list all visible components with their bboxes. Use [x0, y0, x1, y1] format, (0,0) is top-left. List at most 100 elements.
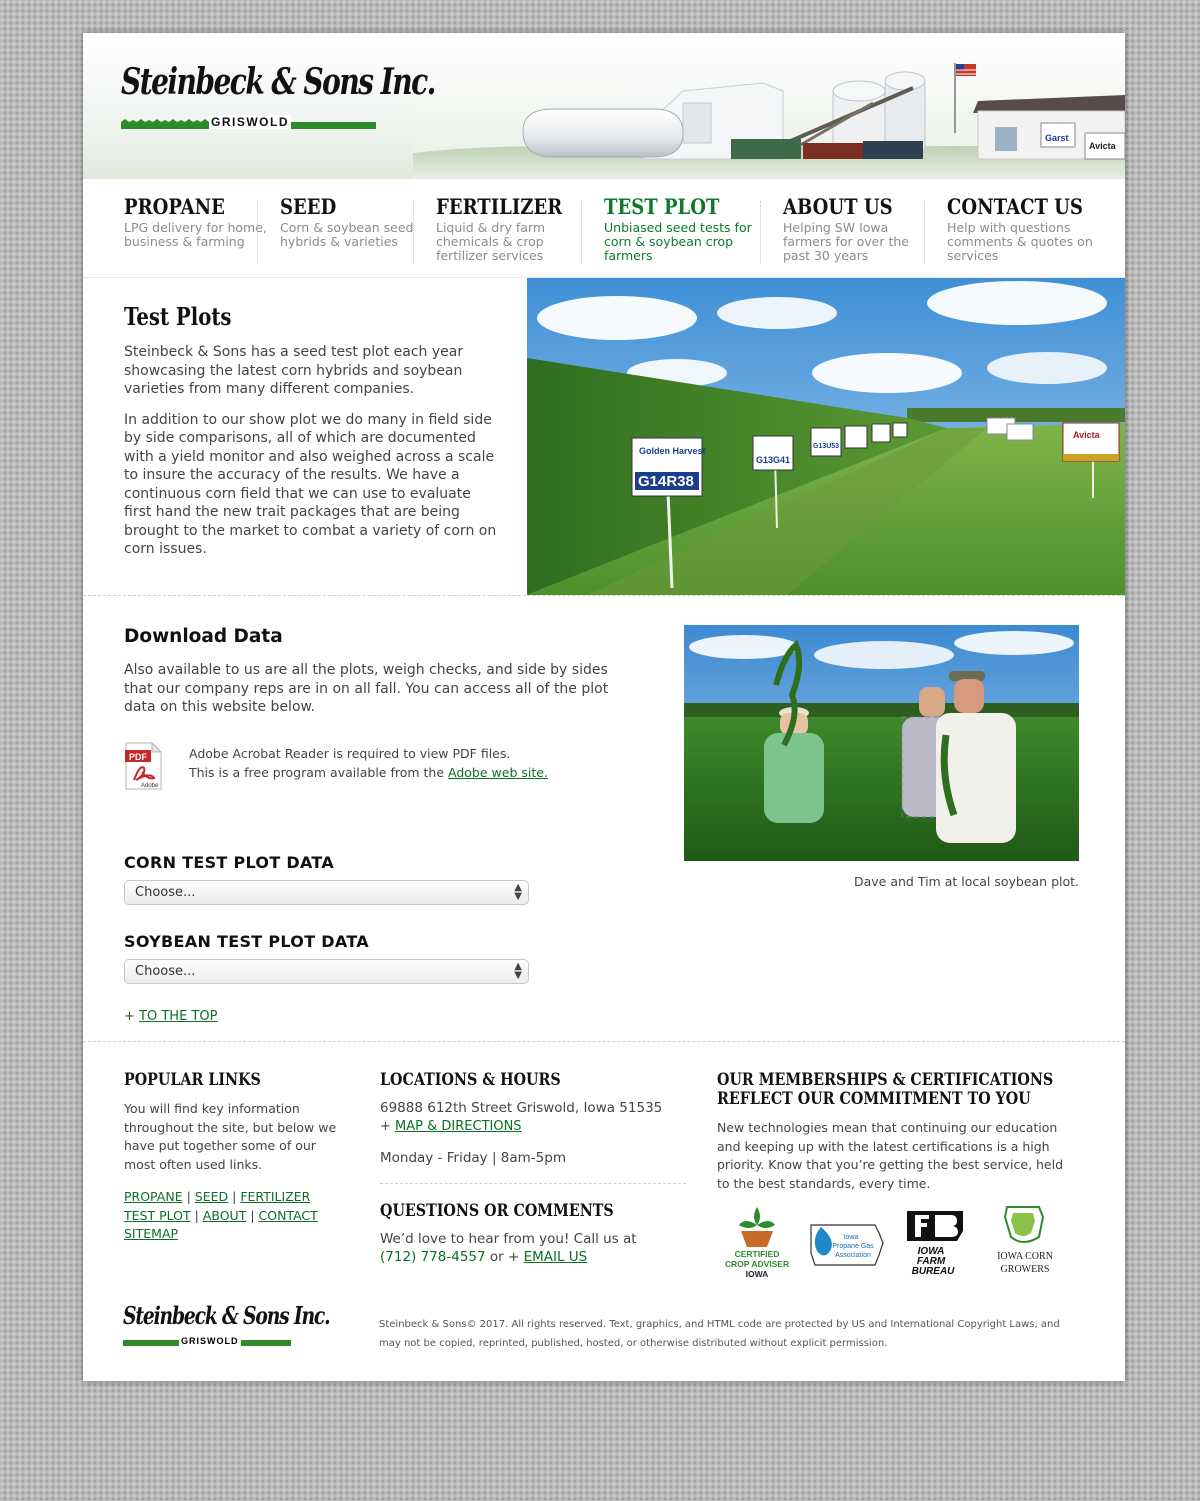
farm-bureau-line-3: BUREAU [912, 1266, 956, 1277]
popular-links-column: POPULAR LINKS You will find key informat… [124, 1071, 349, 1244]
nav-divider [924, 201, 925, 263]
pdf-notice-text: Adobe Acrobat Reader is required to view… [189, 744, 548, 782]
nav-item-fertilizer[interactable]: FERTILIZER Liquid & dry farm chemicals &… [436, 195, 586, 265]
test-plots-paragraph-2: In addition to our show plot we do many … [124, 411, 497, 558]
questions-or: or + [485, 1249, 524, 1265]
adobe-website-link[interactable]: Adobe web site. [448, 765, 548, 780]
propane-line-2: Propane Gas [832, 1243, 874, 1250]
footer-divider [380, 1182, 686, 1184]
site-footer: POPULAR LINKS You will find key informat… [83, 1043, 1125, 1381]
test-plots-heading: Test Plots [124, 302, 232, 331]
pdf-file-icon: PDF Adobe [125, 742, 162, 790]
footer-link-contact[interactable]: CONTACT [259, 1208, 318, 1223]
memberships-heading-line-2: REFLECT OUR COMMITMENT TO YOU [717, 1089, 1031, 1109]
corn-test-plot-photo: Golden Harvest G14R38 G13G41 G13U53 Avic… [527, 278, 1125, 595]
plus-icon: + [380, 1118, 391, 1134]
nav-title: PROPANE [124, 194, 225, 219]
memberships-text: New technologies mean that continuing ou… [717, 1120, 1064, 1191]
questions-prefix: We’d love to hear from you! Call us at [380, 1230, 637, 1247]
site-logo[interactable]: Steinbeck & Sons Inc. GRISWOLD [121, 61, 436, 133]
footer-link-test-plot[interactable]: TEST PLOT [124, 1208, 191, 1223]
iowa-corn-growers-logo: IOWA CORN GROWERS [997, 1206, 1053, 1275]
download-data-paragraph: Also available to us are all the plots, … [124, 662, 609, 715]
nav-description: Unbiased seed tests for corn & soybean c… [604, 220, 752, 263]
phone-number[interactable]: (712) 778-4557 [380, 1249, 486, 1265]
popular-links-heading: POPULAR LINKS [124, 1070, 261, 1090]
map-link-row: + MAP & DIRECTIONS [380, 1118, 686, 1137]
footer-link-fertilizer[interactable]: FERTILIZER [240, 1189, 310, 1204]
soybean-data-select[interactable]: Choose... ▲ ▼ [124, 959, 529, 984]
propane-line-1: Iowa [844, 1234, 859, 1241]
footer-link-seed[interactable]: SEED [195, 1189, 228, 1204]
link-separator: | [250, 1207, 255, 1223]
download-data-text: Download Data Also available to us are a… [124, 626, 624, 717]
map-directions-link[interactable]: MAP & DIRECTIONS [395, 1119, 522, 1134]
pdf-notice-prefix: This is a free program available from th… [189, 765, 449, 780]
footer-logo[interactable]: Steinbeck & Sons Inc. GRISWOLD [123, 1301, 331, 1353]
footer-logo-location: GRISWOLD [179, 1336, 241, 1346]
corn-data-select[interactable]: Choose... ▲ ▼ [124, 880, 529, 905]
membership-badges: CERTIFIED CROP ADVISER IOWA Iowa Propane… [717, 1203, 1067, 1283]
nav-item-contact-us[interactable]: CONTACT US Help with questions comments … [947, 195, 1105, 265]
sign-brand-text: Avicta [1073, 430, 1101, 440]
nav-description: LPG delivery for home, business & farmin… [124, 220, 267, 249]
cca-line-3: IOWA [746, 1269, 769, 1279]
nav-item-test-plot[interactable]: TEST PLOT Unbiased seed tests for corn &… [604, 195, 754, 265]
nav-divider [413, 201, 414, 263]
logo-location: GRISWOLD [209, 115, 291, 129]
address-text: 69888 612th Street Griswold, Iowa 51535 [380, 1100, 663, 1116]
garst-sign-text: Garst [1045, 133, 1069, 143]
email-us-link[interactable]: EMAIL US [524, 1249, 588, 1265]
locations-heading: LOCATIONS & HOURS [380, 1070, 561, 1090]
memberships-heading-line-1: OUR MEMBERSHIPS & CERTIFICATIONS [717, 1070, 1054, 1090]
sign-code-text: G13G41 [756, 455, 790, 465]
footer-link-about[interactable]: ABOUT [203, 1208, 247, 1223]
questions-text: We’d love to hear from you! Call us at (… [380, 1230, 686, 1267]
nav-item-about-us[interactable]: ABOUT US Helping SW Iowa farmers for ove… [783, 195, 933, 265]
download-data-heading: Download Data [124, 626, 283, 647]
pdf-icon-label: PDF [129, 752, 148, 762]
download-data-section: Download Data Also available to us are a… [83, 596, 1125, 1042]
test-plots-section: Test Plots Steinbeck & Sons has a seed t… [83, 278, 1125, 596]
select-arrows-icon: ▲ ▼ [514, 961, 522, 981]
photo-caption: Dave and Tim at local soybean plot. [853, 874, 1079, 889]
link-separator: | [232, 1189, 237, 1204]
hours-text: Monday - Friday | 8am-5pm [380, 1150, 566, 1166]
copyright-text: Steinbeck & Sons© 2017. All rights reser… [379, 1319, 1060, 1349]
nav-divider [581, 201, 582, 263]
test-plots-paragraph-1: Steinbeck & Sons has a seed test plot ea… [124, 344, 464, 397]
cca-line-2: CROP ADVISER [725, 1259, 789, 1269]
pdf-notice-line-2: This is a free program available from th… [189, 763, 548, 782]
to-the-top-link[interactable]: TO THE TOP [139, 1009, 217, 1024]
nav-title: TEST PLOT [604, 194, 720, 219]
cca-line-1: CERTIFIED [735, 1249, 780, 1259]
footer-link-sitemap[interactable]: SITEMAP [124, 1226, 178, 1241]
nav-title: SEED [280, 194, 337, 219]
select-arrows-icon: ▲ ▼ [514, 882, 522, 902]
pdf-notice: PDF Adobe Adobe Acrobat Reader is requir… [124, 742, 604, 792]
iowa-farm-bureau-logo: IOWA FARM BUREAU [907, 1211, 963, 1277]
footer-logo-title: Steinbeck & Sons Inc. [123, 1301, 331, 1330]
popular-links-text: You will find key information throughout… [124, 1101, 337, 1172]
popular-links-list: PROPANE | SEED | FERTILIZER TEST PLOT | … [124, 1188, 349, 1244]
corn-data-label: CORN TEST PLOT DATA [124, 853, 335, 872]
soybean-select-value: Choose... [135, 964, 196, 979]
nav-divider [257, 201, 258, 263]
questions-heading: QUESTIONS OR COMMENTS [380, 1200, 614, 1221]
certified-crop-adviser-logo: CERTIFIED CROP ADVISER IOWA [725, 1207, 789, 1279]
nav-description: Corn & soybean seed hybrids & varieties [280, 220, 414, 249]
nav-item-propane[interactable]: PROPANE LPG delivery for home, business … [124, 195, 274, 265]
nav-item-seed[interactable]: SEED Corn & soybean seed hybrids & varie… [280, 195, 430, 265]
corn-growers-line-1: IOWA CORN [997, 1251, 1053, 1262]
main-navigation: PROPANE LPG delivery for home, business … [83, 179, 1125, 278]
nav-description: Helping SW Iowa farmers for over the pas… [783, 220, 909, 263]
link-separator: | [186, 1189, 191, 1204]
avicta-sign-text: Avicta [1089, 141, 1117, 151]
footer-link-propane[interactable]: PROPANE [124, 1189, 183, 1204]
test-plots-text: Test Plots Steinbeck & Sons has a seed t… [124, 302, 499, 559]
nav-title: CONTACT US [947, 194, 1083, 219]
nav-divider [760, 201, 761, 263]
sign-code-text: G13U53 [813, 443, 839, 450]
pdf-notice-line-1: Adobe Acrobat Reader is required to view… [189, 746, 511, 761]
locations-column: LOCATIONS & HOURS 69888 612th Street Gri… [380, 1071, 686, 1267]
